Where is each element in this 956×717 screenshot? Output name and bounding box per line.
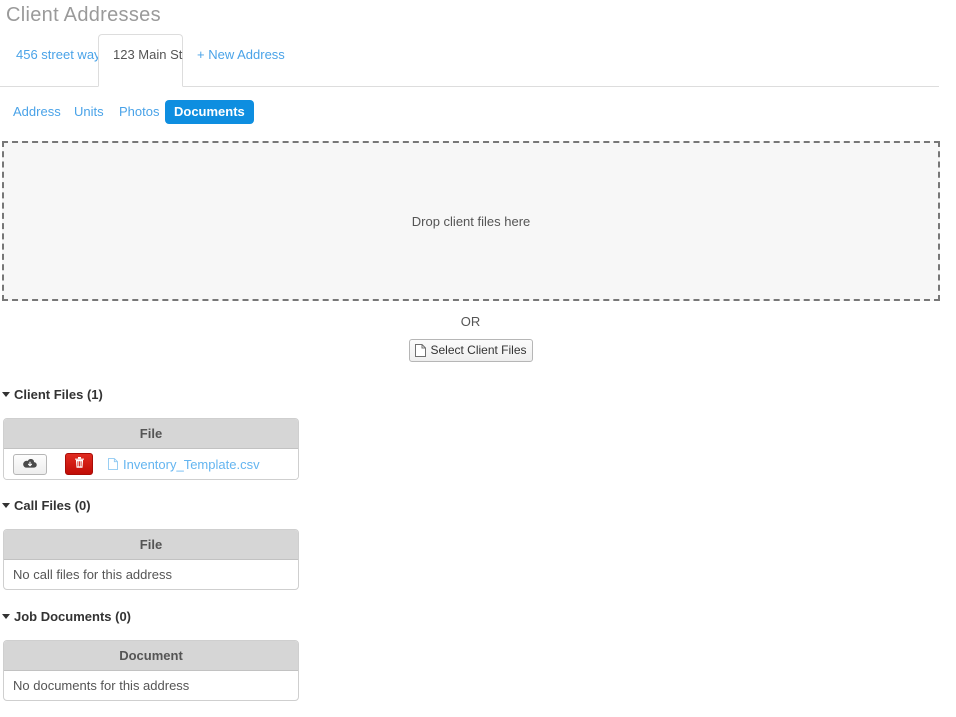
add-new-address-tab[interactable]: + New Address xyxy=(183,34,299,87)
table-column-header: File xyxy=(4,419,298,449)
table-column-header: Document xyxy=(4,641,298,671)
client-files-table: File Inventory_Template.csv xyxy=(3,418,299,480)
tab-label: Address xyxy=(13,104,61,119)
page-title: Client Addresses xyxy=(6,4,161,26)
section-header-client-files[interactable]: Client Files (1) xyxy=(2,387,103,402)
section-header-label: Job Documents (0) xyxy=(14,609,132,624)
file-dropzone[interactable]: Drop client files here xyxy=(2,141,940,301)
empty-state-message: No documents for this address xyxy=(13,678,190,693)
tab-address[interactable]: Address xyxy=(4,100,70,124)
table-column-header: File xyxy=(4,530,298,560)
select-client-files-label: Select Client Files xyxy=(430,343,527,357)
address-tab-123-main-st[interactable]: 123 Main St xyxy=(98,34,183,87)
chevron-down-icon xyxy=(2,392,10,398)
tab-units[interactable]: Units xyxy=(65,100,113,124)
tab-label: Units xyxy=(74,104,104,119)
file-link-label: Inventory_Template.csv xyxy=(123,456,260,472)
address-tab-label: + New Address xyxy=(197,47,285,62)
download-file-button[interactable] xyxy=(13,453,47,475)
empty-state-message: No call files for this address xyxy=(13,567,172,582)
address-tab-label: 123 Main St xyxy=(113,47,183,62)
chevron-down-icon xyxy=(2,614,10,620)
trash-icon xyxy=(74,456,85,472)
dropzone-label: Drop client files here xyxy=(411,213,531,229)
table-row: Inventory_Template.csv xyxy=(4,449,298,479)
delete-file-button[interactable] xyxy=(65,453,93,475)
section-header-label: Client Files (1) xyxy=(14,387,103,402)
job-documents-table: Document No documents for this address xyxy=(3,640,299,701)
file-icon xyxy=(108,457,119,471)
section-header-label: Call Files (0) xyxy=(14,498,91,513)
tab-photos[interactable]: Photos xyxy=(110,100,168,124)
section-header-call-files[interactable]: Call Files (0) xyxy=(2,498,91,513)
or-separator-label: OR xyxy=(460,314,481,329)
call-files-table: File No call files for this address xyxy=(3,529,299,590)
file-link[interactable]: Inventory_Template.csv xyxy=(108,457,260,472)
address-tab-bar: 456 street way 123 Main St + New Address xyxy=(0,34,939,87)
tab-label: Photos xyxy=(119,104,160,119)
chevron-down-icon xyxy=(2,503,10,509)
tab-label: Documents xyxy=(174,104,245,119)
tab-documents[interactable]: Documents xyxy=(165,100,254,124)
cloud-download-icon xyxy=(23,457,37,472)
file-icon xyxy=(415,344,427,357)
select-client-files-button[interactable]: Select Client Files xyxy=(409,339,533,362)
section-header-job-documents[interactable]: Job Documents (0) xyxy=(2,609,131,624)
